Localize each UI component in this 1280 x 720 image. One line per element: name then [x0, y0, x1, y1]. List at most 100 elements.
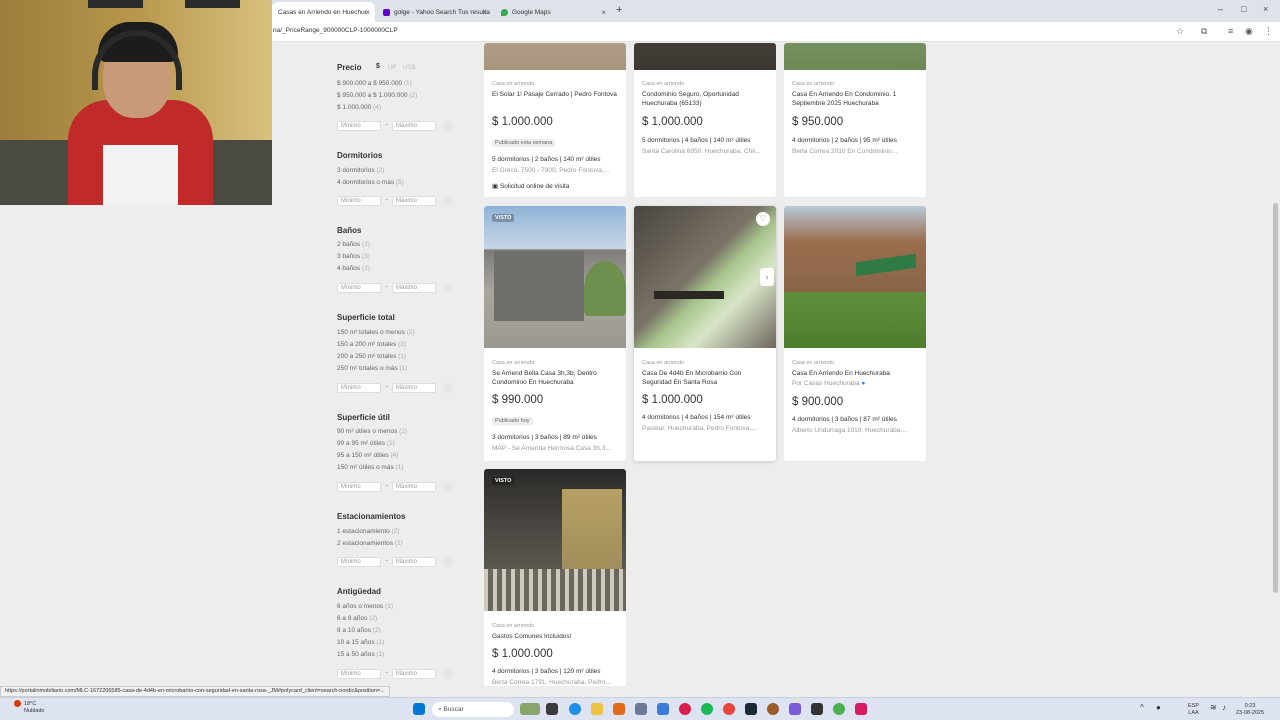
- dorm-apply-button[interactable]: [443, 196, 453, 206]
- filter-option[interactable]: 6 años o menos (1): [337, 603, 393, 610]
- tray-app-icon[interactable]: ●: [1156, 704, 1161, 712]
- app-icon[interactable]: [613, 703, 625, 715]
- sup-util-min-input[interactable]: Mínimo: [337, 482, 381, 492]
- weather-widget[interactable]: 18°C Nublado: [24, 701, 45, 715]
- app-icon[interactable]: [657, 703, 669, 715]
- filter-option[interactable]: 4 dormitorios o más (5): [337, 179, 404, 186]
- filter-option[interactable]: 90 a 95 m² útiles (1): [337, 440, 395, 447]
- next-photo-chevron-icon[interactable]: ›: [760, 268, 774, 286]
- filter-option[interactable]: 2 baños (2): [337, 241, 370, 248]
- listing-card[interactable]: VISTO Casa en arriendo Se Arriend Bella …: [484, 206, 626, 461]
- antig-min-input[interactable]: Mínimo: [337, 669, 381, 679]
- filter-option[interactable]: 3 baños (3): [337, 253, 370, 260]
- favorite-heart-icon[interactable]: ♡: [756, 212, 770, 226]
- filter-option[interactable]: 10 a 15 años (1): [337, 639, 384, 646]
- banos-max-input[interactable]: Máximo: [392, 283, 436, 293]
- sup-total-min-input[interactable]: Mínimo: [337, 383, 381, 393]
- listing-card[interactable]: Casa en arriendo El Solar 1! Pasaje Cerr…: [484, 43, 626, 197]
- steam-icon[interactable]: [745, 703, 757, 715]
- seller-name[interactable]: Por Casas Huechuraba ●: [792, 380, 865, 387]
- new-tab-icon[interactable]: +: [616, 4, 622, 16]
- filter-option[interactable]: 250 m² totales o más (1): [337, 365, 407, 372]
- file-explorer-icon[interactable]: [591, 703, 603, 715]
- listing-photo[interactable]: [784, 206, 926, 348]
- price-min-input[interactable]: Mínimo: [337, 121, 381, 131]
- filter-option[interactable]: $ 1.000.000 (4): [337, 104, 381, 111]
- filter-option[interactable]: 2 estacionamientos (2): [337, 540, 403, 547]
- page-scrollbar[interactable]: [1273, 203, 1278, 593]
- extensions-icon[interactable]: ⧉: [1201, 26, 1207, 37]
- dorm-max-input[interactable]: Máximo: [392, 196, 436, 206]
- currency-usd[interactable]: US$: [403, 64, 416, 71]
- app-icon[interactable]: [811, 703, 823, 715]
- app-icon[interactable]: [767, 703, 779, 715]
- estac-max-input[interactable]: Máximo: [392, 557, 436, 567]
- currency-uf[interactable]: UF: [388, 64, 397, 71]
- currency-clp[interactable]: $: [376, 63, 380, 70]
- close-tab-icon[interactable]: ×: [601, 8, 606, 17]
- taskbar-search[interactable]: ⌕ Buscar: [432, 702, 514, 717]
- banos-min-input[interactable]: Mínimo: [337, 283, 381, 293]
- sup-total-apply-button[interactable]: [443, 383, 453, 393]
- listing-photo[interactable]: [634, 43, 776, 70]
- widgets-icon[interactable]: [520, 703, 540, 715]
- chrome-icon[interactable]: [723, 703, 735, 715]
- listing-photo[interactable]: [484, 206, 626, 348]
- wifi-icon[interactable]: ≋: [1210, 704, 1217, 712]
- filter-option[interactable]: $ 900.000 a $ 950.000 (1): [337, 80, 412, 87]
- sup-util-max-input[interactable]: Máximo: [392, 482, 436, 492]
- sup-util-apply-button[interactable]: [443, 482, 453, 492]
- dorm-min-input[interactable]: Mínimo: [337, 196, 381, 206]
- filter-option[interactable]: 8 a 10 años (2): [337, 627, 381, 634]
- filter-option[interactable]: 90 m² útiles o menos (2): [337, 428, 407, 435]
- app-icon[interactable]: [679, 703, 691, 715]
- volume-icon[interactable]: ♪: [1222, 704, 1226, 712]
- tab-google-maps[interactable]: Google Maps ×: [495, 2, 611, 22]
- clock[interactable]: 0:23 23-08-2025: [1236, 703, 1264, 716]
- filter-option[interactable]: 1 estacionamiento (2): [337, 528, 400, 535]
- listing-title[interactable]: Se Arriend Bella Casa 3h,3b, Dentro Cond…: [492, 369, 620, 387]
- tab-yahoo-search[interactable]: golge - Yahoo Search Tus resulta ×: [377, 2, 492, 22]
- filter-option[interactable]: 150 a 200 m² totales (3): [337, 341, 406, 348]
- listing-title[interactable]: Casa En Arriendo En Huechuraba: [792, 369, 920, 378]
- settings-icon[interactable]: [635, 703, 647, 715]
- media-icon[interactable]: ≡: [1228, 26, 1233, 36]
- listing-photo[interactable]: [484, 43, 626, 70]
- language-indicator[interactable]: ESP LAA: [1188, 703, 1199, 716]
- online-visit-link[interactable]: ▣ Solicitud online de visita: [492, 182, 569, 190]
- menu-icon[interactable]: ⋮: [1264, 26, 1273, 37]
- bookmark-star-icon[interactable]: ☆: [1176, 26, 1184, 37]
- listing-photo[interactable]: [484, 469, 626, 611]
- listing-title[interactable]: Condominio Seguro, Oportunidad Huechurab…: [642, 90, 770, 108]
- edge-icon[interactable]: [569, 703, 581, 715]
- window-close-icon[interactable]: ×: [1263, 4, 1268, 14]
- close-tab-icon[interactable]: ×: [365, 8, 370, 17]
- tab-casas-en-arriendo[interactable]: Casas en Arriendo en Huechur ×: [272, 2, 375, 22]
- maximize-icon[interactable]: □: [1241, 4, 1246, 14]
- task-view-icon[interactable]: [546, 703, 558, 715]
- app-icon[interactable]: [855, 703, 867, 715]
- estac-min-input[interactable]: Mínimo: [337, 557, 381, 567]
- filter-option[interactable]: 6 a 8 años (2): [337, 615, 377, 622]
- listing-card[interactable]: Casa en arriendo Casa En Arriendo En Con…: [784, 43, 926, 197]
- profile-icon[interactable]: ◉: [1245, 26, 1253, 37]
- filter-option[interactable]: 3 dormitorios (2): [337, 167, 384, 174]
- filter-option[interactable]: 95 a 150 m² útiles (4): [337, 452, 398, 459]
- listing-title[interactable]: Casa En Arriendo En Condominio. 1 Septie…: [792, 90, 920, 108]
- sup-total-max-input[interactable]: Máximo: [392, 383, 436, 393]
- filter-option[interactable]: 200 a 250 m² totales (1): [337, 353, 406, 360]
- listing-card[interactable]: ♡ › Casa en arriendo Casa De 4d4b En Mic…: [634, 206, 776, 461]
- listing-card[interactable]: Casa en arriendo Condominio Seguro, Opor…: [634, 43, 776, 197]
- filter-option[interactable]: 150 m² totales o menos (2): [337, 329, 415, 336]
- listing-card[interactable]: VISTO Casa en arriendo Gastos Comunes In…: [484, 469, 626, 686]
- listing-title[interactable]: El Solar 1! Pasaje Cerrado | Pedro Fonto…: [492, 90, 620, 99]
- minimize-icon[interactable]: –: [1218, 4, 1223, 14]
- spotify-icon[interactable]: [701, 703, 713, 715]
- app-icon[interactable]: [789, 703, 801, 715]
- filter-option[interactable]: 4 baños (2): [337, 265, 370, 272]
- filter-option[interactable]: 150 m² útiles o más (1): [337, 464, 403, 471]
- listing-photo[interactable]: [634, 206, 776, 348]
- listing-card[interactable]: Casa en arriendo Casa En Arriendo En Hue…: [784, 206, 926, 461]
- estac-apply-button[interactable]: [443, 557, 453, 567]
- chrome-icon[interactable]: [833, 703, 845, 715]
